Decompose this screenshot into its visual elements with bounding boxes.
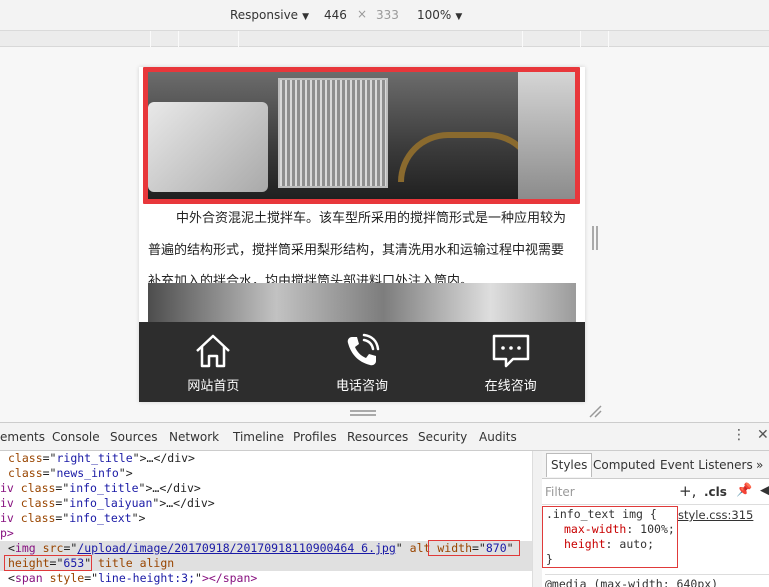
rule-source-link[interactable]: style.css:315 xyxy=(678,508,753,522)
tab-elements[interactable]: ements xyxy=(0,430,45,444)
dom-node[interactable]: class="news_info"> xyxy=(8,466,133,481)
dom-node[interactable]: iv class="info_laiyuan">…</div> xyxy=(0,496,215,511)
elements-tree: class="right_title">…</div> class="news_… xyxy=(0,451,532,587)
tab-styles[interactable]: Styles xyxy=(546,453,593,477)
close-icon[interactable]: ✕ xyxy=(757,427,769,443)
styles-tabs: Styles Computed Event Listeners » xyxy=(542,451,769,479)
resize-handle-bottom[interactable] xyxy=(350,410,376,416)
viewport-width-input[interactable]: 446 xyxy=(324,8,347,22)
article-image-2 xyxy=(148,283,576,323)
caret-down-icon: ▼ xyxy=(455,12,463,22)
media-query-ruler[interactable] xyxy=(0,31,769,47)
nav-chat-label: 在线咨询 xyxy=(484,378,537,394)
article-image xyxy=(143,67,580,204)
tab-timeline[interactable]: Timeline xyxy=(233,430,284,444)
nav-chat[interactable]: 在线咨询 xyxy=(436,322,585,402)
device-mode-select[interactable]: Responsive ▼ xyxy=(230,8,309,22)
dom-node[interactable]: iv class="info_text"> xyxy=(0,511,145,526)
tab-audits[interactable]: Audits xyxy=(479,430,517,444)
cls-toggle[interactable]: .cls xyxy=(704,485,727,499)
tab-sources[interactable]: Sources xyxy=(110,430,157,444)
highlight-width-box xyxy=(428,540,520,556)
resize-corner-icon[interactable] xyxy=(588,404,602,418)
tab-resources[interactable]: Resources xyxy=(347,430,408,444)
pin-icon[interactable]: 📌 xyxy=(736,483,752,498)
dom-node[interactable]: class="right_title">…</div> xyxy=(8,451,195,466)
more-options-icon[interactable]: ⋮ xyxy=(732,427,746,443)
image-src-link[interactable]: /upload/image/20170918/20170918110900464… xyxy=(77,541,396,555)
tab-computed[interactable]: Computed xyxy=(593,458,655,472)
tab-event-listeners[interactable]: Event Listeners xyxy=(660,458,753,472)
filter-input[interactable]: Filter xyxy=(545,485,575,499)
resize-handle-right[interactable] xyxy=(592,226,598,250)
times-icon: × xyxy=(357,7,368,21)
devtools-panel: ements Console Sources Network Timeline … xyxy=(0,422,769,587)
tab-network[interactable]: Network xyxy=(169,430,219,444)
new-rule-icon[interactable]: +, xyxy=(679,482,696,500)
tab-console[interactable]: Console xyxy=(52,430,100,444)
chat-icon xyxy=(492,334,529,367)
nav-phone-label: 电话咨询 xyxy=(336,378,389,394)
dom-node[interactable]: iv class="info_title">…</div> xyxy=(0,481,201,496)
home-icon xyxy=(196,334,231,367)
zoom-label: 100% xyxy=(417,8,452,22)
viewport-height-input[interactable]: 333 xyxy=(376,8,399,22)
dom-node[interactable]: p> xyxy=(0,526,14,541)
emulated-page: 中外合资混泥土搅拌车。该车型所采用的搅拌筒形式是一种应用较为普遍的结构形式，搅拌… xyxy=(139,67,585,402)
zoom-select[interactable]: 100% ▼ xyxy=(417,8,462,22)
highlight-rule-box xyxy=(542,506,678,568)
tab-security[interactable]: Security xyxy=(418,430,467,444)
nav-phone[interactable]: 电话咨询 xyxy=(288,322,437,402)
media-rule: @media (max-width: 640px) xyxy=(545,574,769,587)
nav-home[interactable]: 网站首页 xyxy=(139,322,288,402)
device-toolbar: Responsive ▼ 446 × 333 100% ▼ xyxy=(0,0,769,31)
sidebar-toggle-icon[interactable]: ◀ xyxy=(760,483,769,498)
highlight-height-box xyxy=(4,555,92,571)
tab-profiles[interactable]: Profiles xyxy=(293,430,337,444)
styles-pane: Styles Computed Event Listeners » Filter… xyxy=(542,451,769,587)
caret-down-icon: ▼ xyxy=(302,12,309,22)
device-mode-label: Responsive xyxy=(230,8,299,22)
dom-node[interactable]: <span style="line-height:3;"></span> xyxy=(8,571,257,586)
phone-icon xyxy=(347,333,380,365)
styles-filter[interactable]: Filter +, .cls 📌 ◀ xyxy=(542,479,769,505)
nav-home-label: 网站首页 xyxy=(187,378,240,394)
elements-scrollbar[interactable] xyxy=(532,451,542,587)
devtools-tabs: ements Console Sources Network Timeline … xyxy=(0,423,769,451)
more-tabs-icon[interactable]: » xyxy=(756,458,763,472)
bottom-nav: 网站首页 电话咨询 在线咨询 xyxy=(139,322,585,402)
